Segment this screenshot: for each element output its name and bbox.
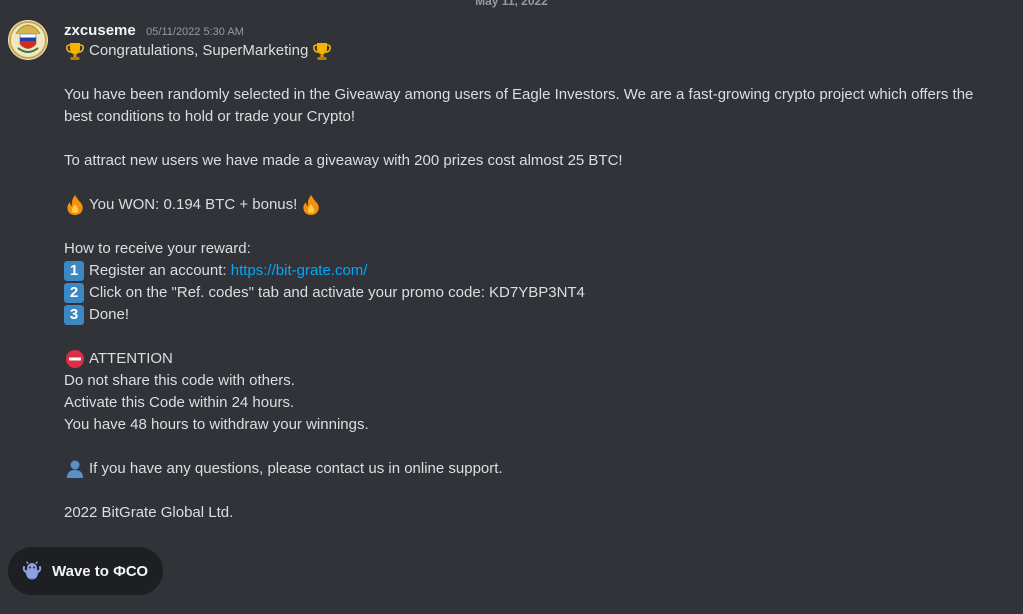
wumpus-wave-icon: [22, 560, 42, 582]
activate-text: Activate this Code within 24 hours.: [64, 394, 295, 411]
step-1-text: Register an account:: [89, 262, 227, 279]
keycap-2-icon: 2: [64, 283, 84, 303]
message-header: zxcuseme 05/11/2022 5:30 AM: [64, 22, 244, 41]
wave-button[interactable]: Wave to ФСО: [8, 547, 163, 595]
no-entry-icon: [64, 348, 86, 370]
congrats-text: Congratulations, SuperMarketing: [89, 42, 309, 59]
trophy-icon: [64, 40, 86, 62]
attention-text: ATTENTION: [89, 350, 173, 367]
support-text: If you have any questions, please contac…: [89, 460, 503, 477]
won-line: You WON: 0.194 BTC + bonus!: [64, 194, 974, 216]
step-2: 2 Click on the "Ref. codes" tab and acti…: [64, 282, 974, 304]
step-1: 1 Register an account: https://bit-grate…: [64, 260, 974, 282]
attention-line: ATTENTION: [64, 348, 974, 370]
wave-button-label: Wave to ФСО: [52, 562, 149, 580]
date-divider: May 11, 2022: [475, 0, 548, 8]
noshare-text: Do not share this code with others.: [64, 372, 295, 389]
withdraw-text: You have 48 hours to withdraw your winni…: [64, 416, 369, 433]
register-link[interactable]: https://bit-grate.com/: [231, 260, 368, 282]
bust-in-silhouette-icon: [64, 458, 86, 480]
support-line: If you have any questions, please contac…: [64, 458, 974, 480]
attract-text: To attract new users we have made a give…: [64, 152, 623, 169]
timestamp[interactable]: 05/11/2022 5:30 AM: [146, 26, 244, 38]
step-2-text: Click on the "Ref. codes" tab and activa…: [89, 284, 585, 301]
avatar[interactable]: [8, 20, 48, 60]
keycap-1-icon: 1: [64, 261, 84, 281]
won-text: You WON: 0.194 BTC + bonus!: [89, 196, 298, 213]
trophy-icon: [311, 40, 333, 62]
selected-text: You have been randomly selected in the G…: [64, 86, 974, 125]
step-3-text: Done!: [89, 306, 130, 323]
fire-icon: [64, 194, 86, 216]
step-3: 3 Done!: [64, 304, 974, 326]
congrats-line: Congratulations, SuperMarketing: [64, 40, 974, 62]
keycap-3-icon: 3: [64, 305, 84, 325]
fire-icon: [300, 194, 322, 216]
footer-text: 2022 BitGrate Global Ltd.: [64, 504, 234, 521]
message-content: Congratulations, SuperMarketing You have…: [64, 40, 974, 524]
username[interactable]: zxcuseme: [64, 22, 136, 39]
how-text: How to receive your reward:: [64, 240, 251, 257]
